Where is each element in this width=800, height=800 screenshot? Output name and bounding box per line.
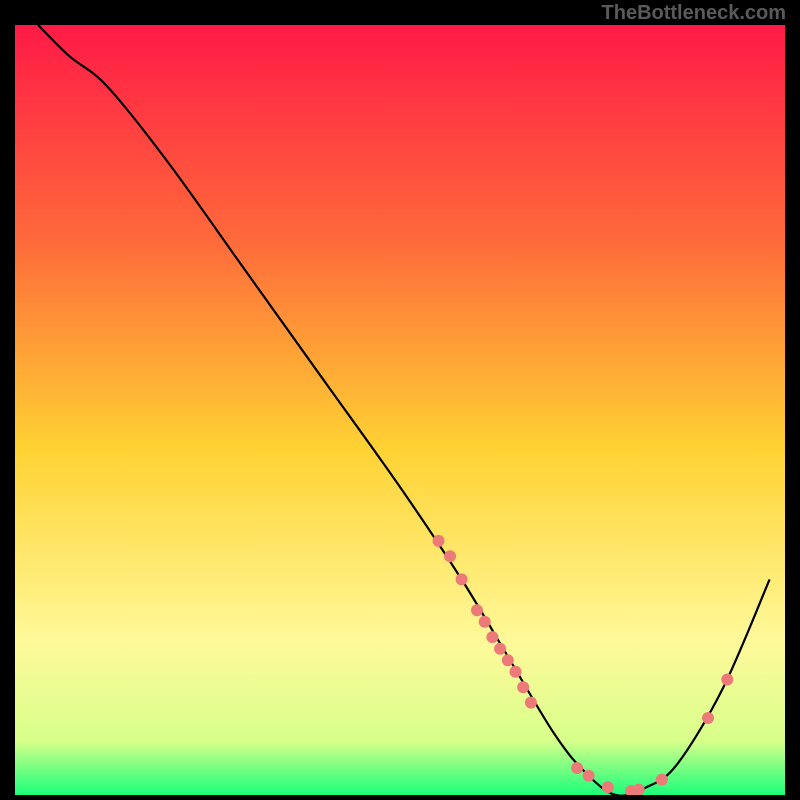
highlight-dot bbox=[571, 762, 583, 774]
highlight-dot bbox=[602, 781, 614, 793]
highlight-dot bbox=[479, 616, 491, 628]
highlight-dot bbox=[525, 697, 537, 709]
highlight-dot bbox=[433, 535, 445, 547]
highlight-dot bbox=[721, 674, 733, 686]
highlight-dot bbox=[471, 604, 483, 616]
chart-container: TheBottleneck.com bbox=[0, 0, 800, 800]
highlight-dot bbox=[502, 654, 514, 666]
highlight-dot bbox=[444, 550, 456, 562]
bottleneck-chart bbox=[15, 25, 785, 795]
watermark-text: TheBottleneck.com bbox=[602, 2, 786, 25]
highlight-dot bbox=[510, 666, 522, 678]
highlight-dot bbox=[494, 643, 506, 655]
highlight-dot bbox=[656, 774, 668, 786]
highlight-dot bbox=[702, 712, 714, 724]
plot-area bbox=[15, 25, 785, 795]
highlight-dot bbox=[517, 681, 529, 693]
highlight-dot bbox=[456, 573, 468, 585]
highlight-dot bbox=[486, 631, 498, 643]
highlight-dot bbox=[583, 770, 595, 782]
gradient-background bbox=[15, 25, 785, 795]
